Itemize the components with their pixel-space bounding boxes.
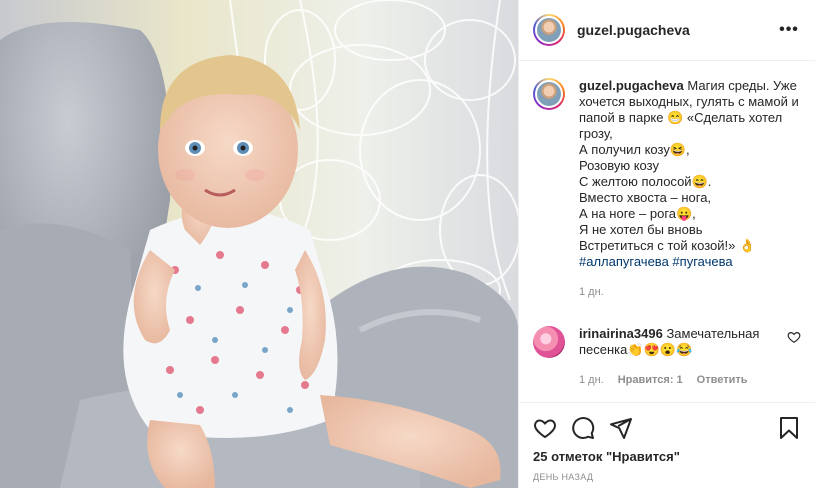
- caption-line-3: С желтою полосой😄.: [579, 174, 712, 189]
- post-actions: 25 отметок "Нравится" ДЕНЬ НАЗАД: [519, 402, 815, 488]
- comment-likes-button[interactable]: Нравится: 1: [618, 372, 683, 388]
- reply-button[interactable]: Ответить: [697, 372, 748, 388]
- hashtag-link[interactable]: #пугачева: [672, 254, 732, 269]
- comment-meta: 1 дн. Нравится: 1 Ответить: [579, 372, 779, 388]
- paper-plane-icon[interactable]: [609, 416, 633, 440]
- post-side-panel: guzel.pugacheva ••• guzel.pugacheva Маги…: [518, 0, 815, 488]
- caption-body: guzel.pugacheva Магия среды. Уже хочется…: [579, 78, 801, 300]
- baby-photo-illustration: [0, 0, 518, 488]
- comment-icon[interactable]: [571, 416, 595, 440]
- caption-line-2: Розовую козу: [579, 158, 659, 173]
- bookmark-icon[interactable]: [777, 416, 801, 440]
- likes-count[interactable]: 25 отметок "Нравится": [533, 449, 801, 464]
- caption-line-7: Встретиться с той козой!» 👌: [579, 238, 756, 253]
- post-time-ago[interactable]: ДЕНЬ НАЗАД: [533, 472, 801, 482]
- author-username[interactable]: guzel.pugacheva: [577, 22, 777, 38]
- caption-line-6: Я не хотел бы вновь: [579, 222, 703, 237]
- action-icons: [533, 411, 801, 445]
- caption: guzel.pugacheva Магия среды. Уже хочется…: [533, 78, 801, 300]
- caption-hashtags: #аллапугачева #пугачева: [579, 254, 801, 270]
- post-photo[interactable]: [0, 0, 518, 488]
- commenter-username[interactable]: irinairina3496: [579, 326, 663, 341]
- heart-icon[interactable]: [533, 416, 557, 440]
- caption-line-1: А получил козу😆,: [579, 142, 690, 157]
- caption-username[interactable]: guzel.pugacheva: [579, 78, 684, 93]
- caption-meta: 1 дн.: [579, 284, 801, 300]
- hashtag-link[interactable]: #аллапугачева: [579, 254, 669, 269]
- caption-time[interactable]: 1 дн.: [579, 284, 604, 300]
- post-header: guzel.pugacheva •••: [519, 0, 815, 61]
- commenter-avatar[interactable]: [533, 326, 565, 358]
- comment-like-heart-icon[interactable]: [787, 330, 801, 344]
- comment-body: irinairina3496 Замечательная песенка👏😍😮😂…: [579, 326, 779, 388]
- caption-line-5: А на ноге – рога😛,: [579, 206, 696, 221]
- more-options-icon[interactable]: •••: [777, 18, 801, 42]
- caption-line-4: Вместо хвоста – нога,: [579, 190, 712, 205]
- comments-section: guzel.pugacheva Магия среды. Уже хочется…: [519, 62, 815, 402]
- author-avatar[interactable]: [533, 14, 565, 46]
- comment-time[interactable]: 1 дн.: [579, 372, 604, 388]
- caption-author-avatar[interactable]: [533, 78, 565, 110]
- comment-item: irinairina3496 Замечательная песенка👏😍😮😂…: [533, 326, 801, 388]
